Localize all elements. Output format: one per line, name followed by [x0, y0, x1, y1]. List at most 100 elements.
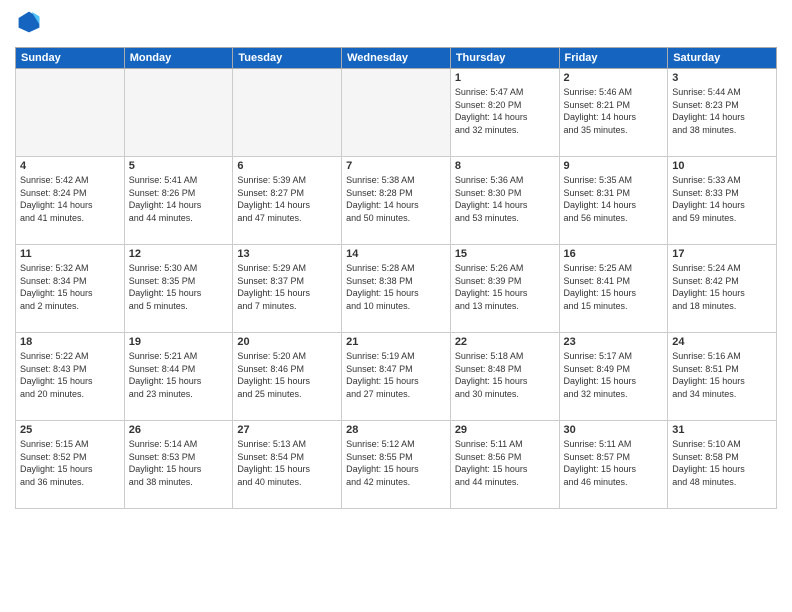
day-number: 24 — [672, 336, 772, 348]
day-number: 1 — [455, 72, 555, 84]
day-info: Sunrise: 5:36 AM Sunset: 8:30 PM Dayligh… — [455, 174, 555, 224]
day-info: Sunrise: 5:22 AM Sunset: 8:43 PM Dayligh… — [20, 350, 120, 400]
calendar-cell: 24Sunrise: 5:16 AM Sunset: 8:51 PM Dayli… — [668, 333, 777, 421]
logo-icon — [17, 10, 41, 34]
day-info: Sunrise: 5:38 AM Sunset: 8:28 PM Dayligh… — [346, 174, 446, 224]
day-info: Sunrise: 5:47 AM Sunset: 8:20 PM Dayligh… — [455, 86, 555, 136]
calendar-cell: 19Sunrise: 5:21 AM Sunset: 8:44 PM Dayli… — [124, 333, 233, 421]
day-number: 22 — [455, 336, 555, 348]
calendar-cell — [124, 69, 233, 157]
day-info: Sunrise: 5:28 AM Sunset: 8:38 PM Dayligh… — [346, 262, 446, 312]
calendar-cell: 28Sunrise: 5:12 AM Sunset: 8:55 PM Dayli… — [342, 421, 451, 509]
day-info: Sunrise: 5:24 AM Sunset: 8:42 PM Dayligh… — [672, 262, 772, 312]
day-number: 2 — [564, 72, 664, 84]
day-info: Sunrise: 5:20 AM Sunset: 8:46 PM Dayligh… — [237, 350, 337, 400]
calendar-week-row: 4 Sunrise: 5:42 AM Sunset: 8:24 PM Daylig… — [16, 157, 777, 245]
calendar-col-header: Wednesday — [342, 48, 451, 69]
calendar-cell: 7Sunrise: 5:38 AM Sunset: 8:28 PM Daylig… — [342, 157, 451, 245]
day-info: Sunrise: 5:30 AM Sunset: 8:35 PM Dayligh… — [129, 262, 229, 312]
calendar-cell: 21 Sunrise: 5:19 AM Sunset: 8:47 PM Dayli… — [342, 333, 451, 421]
calendar-cell: 11Sunrise: 5:32 AM Sunset: 8:34 PM Dayli… — [16, 245, 125, 333]
calendar-col-header: Monday — [124, 48, 233, 69]
day-number: 14 — [346, 248, 446, 260]
calendar-week-row: 1 Sunrise: 5:47 AM Sunset: 8:20 PM Daylig… — [16, 69, 777, 157]
day-number: 5 — [129, 160, 229, 172]
day-number: 23 — [564, 336, 664, 348]
calendar-cell: 6 Sunrise: 5:39 AM Sunset: 8:27 PM Daylig… — [233, 157, 342, 245]
day-number: 18 — [20, 336, 120, 348]
day-info: Sunrise: 5:10 AM Sunset: 8:58 PM Dayligh… — [672, 438, 772, 488]
calendar-week-row: 11Sunrise: 5:32 AM Sunset: 8:34 PM Dayli… — [16, 245, 777, 333]
day-number: 30 — [564, 424, 664, 436]
day-info: Sunrise: 5:32 AM Sunset: 8:34 PM Dayligh… — [20, 262, 120, 312]
day-info: Sunrise: 5:18 AM Sunset: 8:48 PM Dayligh… — [455, 350, 555, 400]
calendar-cell: 20 Sunrise: 5:20 AM Sunset: 8:46 PM Dayli… — [233, 333, 342, 421]
day-number: 21 — [346, 336, 446, 348]
calendar-cell: 15Sunrise: 5:26 AM Sunset: 8:39 PM Dayli… — [450, 245, 559, 333]
calendar-cell — [233, 69, 342, 157]
calendar-col-header: Tuesday — [233, 48, 342, 69]
calendar-cell: 13Sunrise: 5:29 AM Sunset: 8:37 PM Dayli… — [233, 245, 342, 333]
calendar-cell: 25 Sunrise: 5:15 AM Sunset: 8:52 PM Dayli… — [16, 421, 125, 509]
day-info: Sunrise: 5:35 AM Sunset: 8:31 PM Dayligh… — [564, 174, 664, 224]
day-number: 31 — [672, 424, 772, 436]
day-number: 16 — [564, 248, 664, 260]
calendar-cell: 18 Sunrise: 5:22 AM Sunset: 8:43 PM Dayli… — [16, 333, 125, 421]
day-info: Sunrise: 5:15 AM Sunset: 8:52 PM Dayligh… — [20, 438, 120, 488]
calendar-cell: 12 Sunrise: 5:30 AM Sunset: 8:35 PM Dayli… — [124, 245, 233, 333]
calendar-cell: 8Sunrise: 5:36 AM Sunset: 8:30 PM Daylig… — [450, 157, 559, 245]
calendar-cell: 4 Sunrise: 5:42 AM Sunset: 8:24 PM Daylig… — [16, 157, 125, 245]
calendar-cell: 31 Sunrise: 5:10 AM Sunset: 8:58 PM Dayli… — [668, 421, 777, 509]
calendar-cell: 27 Sunrise: 5:13 AM Sunset: 8:54 PM Dayli… — [233, 421, 342, 509]
day-info: Sunrise: 5:14 AM Sunset: 8:53 PM Dayligh… — [129, 438, 229, 488]
day-info: Sunrise: 5:11 AM Sunset: 8:56 PM Dayligh… — [455, 438, 555, 488]
calendar-cell: 22 Sunrise: 5:18 AM Sunset: 8:48 PM Dayli… — [450, 333, 559, 421]
calendar-col-header: Sunday — [16, 48, 125, 69]
calendar-col-header: Thursday — [450, 48, 559, 69]
day-number: 3 — [672, 72, 772, 84]
day-info: Sunrise: 5:33 AM Sunset: 8:33 PM Dayligh… — [672, 174, 772, 224]
calendar-cell: 26 Sunrise: 5:14 AM Sunset: 8:53 PM Dayli… — [124, 421, 233, 509]
day-number: 6 — [237, 160, 337, 172]
calendar-cell — [342, 69, 451, 157]
day-number: 19 — [129, 336, 229, 348]
day-info: Sunrise: 5:12 AM Sunset: 8:55 PM Dayligh… — [346, 438, 446, 488]
header — [15, 10, 777, 39]
day-info: Sunrise: 5:26 AM Sunset: 8:39 PM Dayligh… — [455, 262, 555, 312]
calendar-cell: 5Sunrise: 5:41 AM Sunset: 8:26 PM Daylig… — [124, 157, 233, 245]
day-number: 25 — [20, 424, 120, 436]
calendar-cell: 3Sunrise: 5:44 AM Sunset: 8:23 PM Daylig… — [668, 69, 777, 157]
calendar-cell: 1 Sunrise: 5:47 AM Sunset: 8:20 PM Daylig… — [450, 69, 559, 157]
calendar-week-row: 25 Sunrise: 5:15 AM Sunset: 8:52 PM Dayli… — [16, 421, 777, 509]
day-info: Sunrise: 5:25 AM Sunset: 8:41 PM Dayligh… — [564, 262, 664, 312]
calendar-cell: 14 Sunrise: 5:28 AM Sunset: 8:38 PM Dayli… — [342, 245, 451, 333]
day-number: 17 — [672, 248, 772, 260]
day-number: 9 — [564, 160, 664, 172]
calendar-week-row: 18 Sunrise: 5:22 AM Sunset: 8:43 PM Dayli… — [16, 333, 777, 421]
calendar-col-header: Friday — [559, 48, 668, 69]
day-number: 26 — [129, 424, 229, 436]
day-number: 4 — [20, 160, 120, 172]
day-number: 12 — [129, 248, 229, 260]
day-number: 13 — [237, 248, 337, 260]
day-info: Sunrise: 5:39 AM Sunset: 8:27 PM Dayligh… — [237, 174, 337, 224]
day-info: Sunrise: 5:11 AM Sunset: 8:57 PM Dayligh… — [564, 438, 664, 488]
calendar-cell: 30 Sunrise: 5:11 AM Sunset: 8:57 PM Dayli… — [559, 421, 668, 509]
calendar-cell: 17 Sunrise: 5:24 AM Sunset: 8:42 PM Dayli… — [668, 245, 777, 333]
calendar-header-row: SundayMondayTuesdayWednesdayThursdayFrid… — [16, 48, 777, 69]
day-number: 27 — [237, 424, 337, 436]
day-info: Sunrise: 5:46 AM Sunset: 8:21 PM Dayligh… — [564, 86, 664, 136]
day-number: 10 — [672, 160, 772, 172]
day-info: Sunrise: 5:13 AM Sunset: 8:54 PM Dayligh… — [237, 438, 337, 488]
day-info: Sunrise: 5:19 AM Sunset: 8:47 PM Dayligh… — [346, 350, 446, 400]
calendar-cell: 23 Sunrise: 5:17 AM Sunset: 8:49 PM Dayli… — [559, 333, 668, 421]
day-number: 29 — [455, 424, 555, 436]
day-info: Sunrise: 5:17 AM Sunset: 8:49 PM Dayligh… — [564, 350, 664, 400]
day-number: 20 — [237, 336, 337, 348]
logo — [15, 10, 41, 39]
day-info: Sunrise: 5:42 AM Sunset: 8:24 PM Dayligh… — [20, 174, 120, 224]
calendar-cell: 9 Sunrise: 5:35 AM Sunset: 8:31 PM Daylig… — [559, 157, 668, 245]
calendar-cell — [16, 69, 125, 157]
page: SundayMondayTuesdayWednesdayThursdayFrid… — [0, 0, 792, 612]
calendar-cell: 10 Sunrise: 5:33 AM Sunset: 8:33 PM Dayli… — [668, 157, 777, 245]
